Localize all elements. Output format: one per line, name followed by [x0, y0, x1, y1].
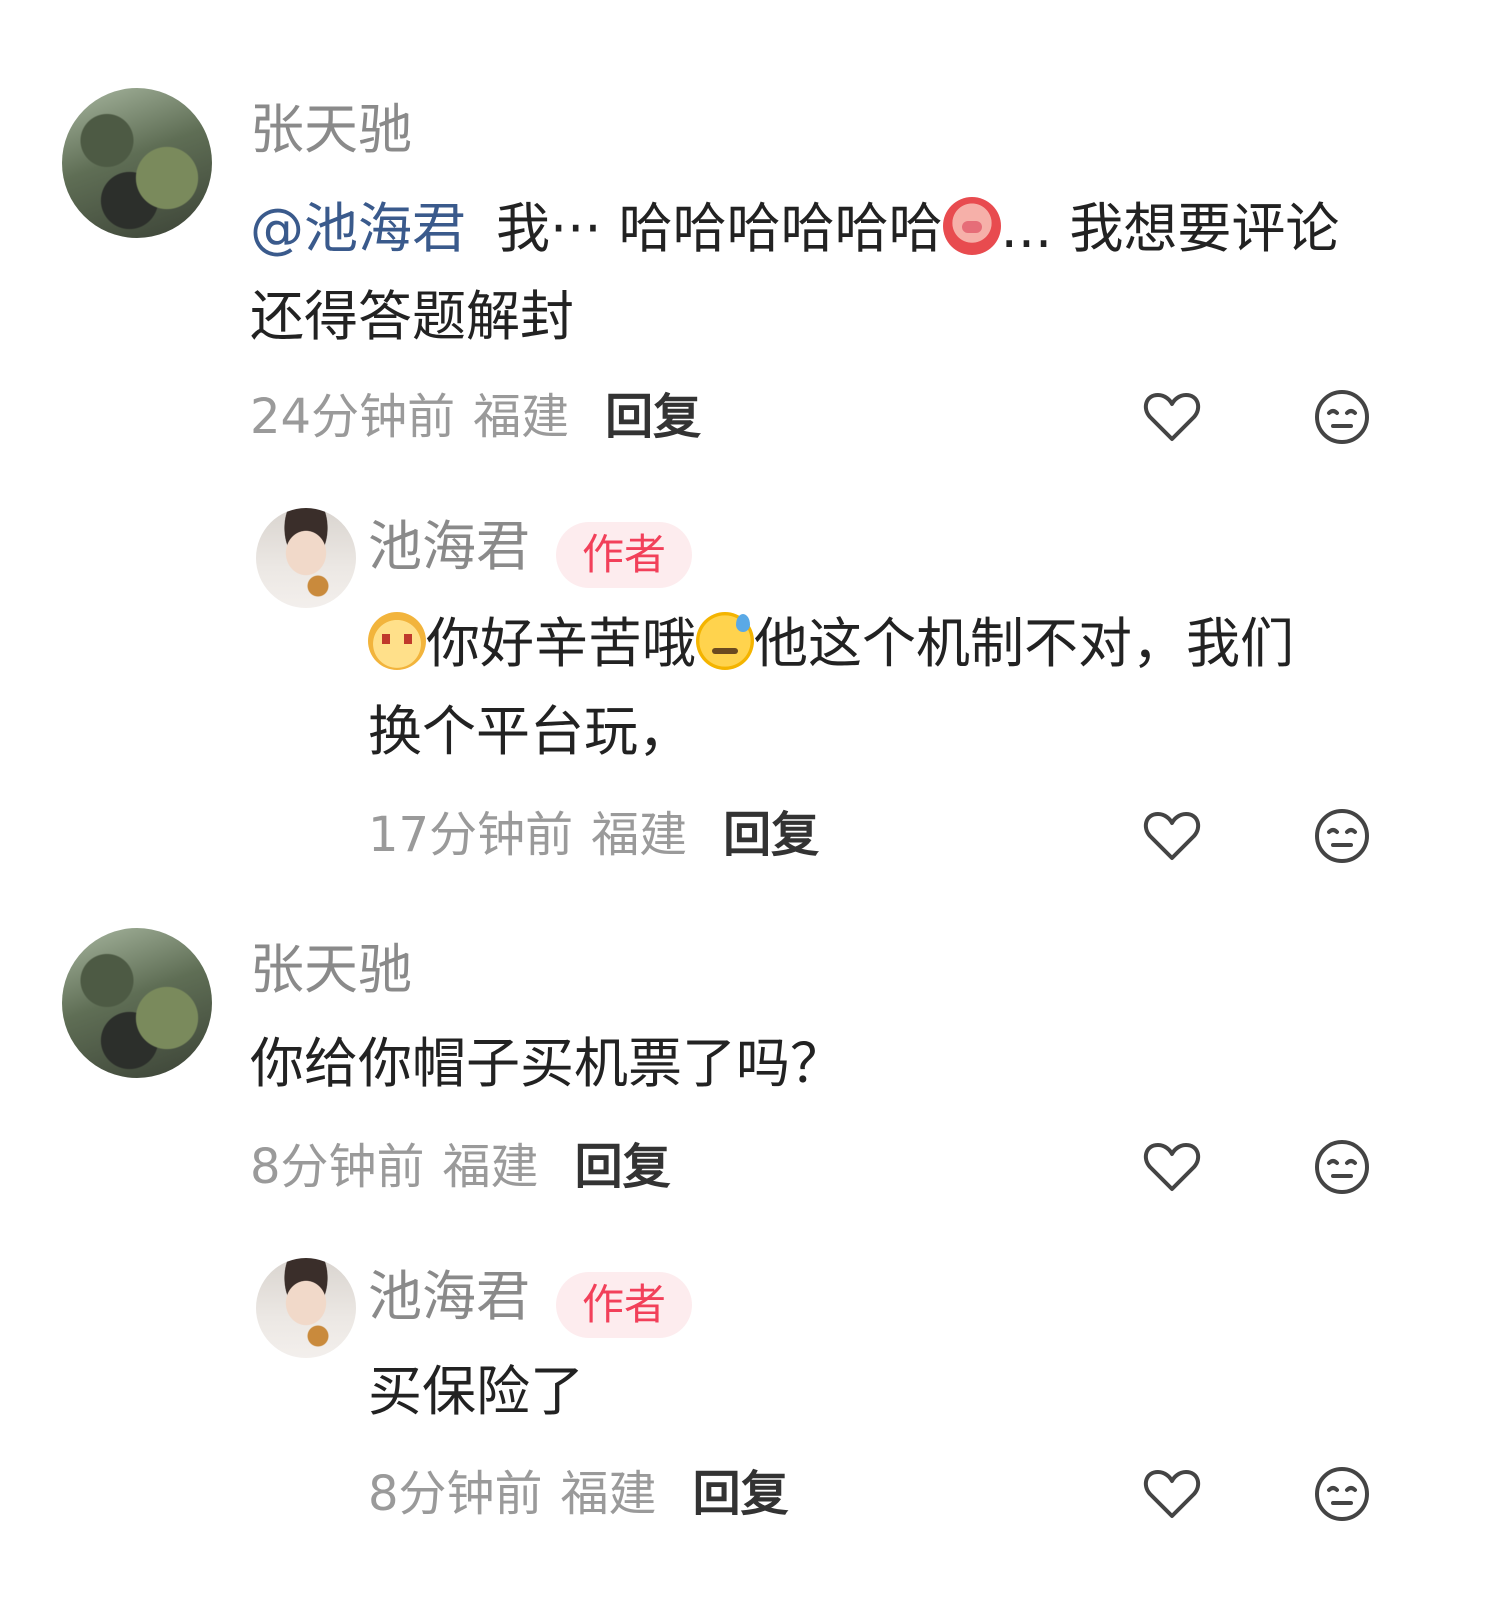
comment-meta: 8分钟前 福建 回复: [368, 1470, 789, 1518]
comment-text-part: 你好辛苦哦: [426, 612, 696, 675]
avatar[interactable]: [256, 508, 356, 608]
comment-text-part: 他这个机制不对，我们: [754, 612, 1294, 675]
comment-meta: 17分钟前 福建 回复: [368, 811, 819, 859]
reply-button[interactable]: 回复: [693, 1466, 789, 1522]
comment-location: 福建: [591, 807, 688, 863]
comment-text-part: 还得答题解封: [250, 285, 574, 348]
reply-button[interactable]: 回复: [605, 389, 701, 445]
comment-text: 你好辛苦哦 他这个机制不对，我们 换个平台玩，: [368, 600, 1418, 776]
comment-time: 8分钟前: [368, 1466, 543, 1522]
comment-text: 买保险了: [368, 1348, 1418, 1436]
author-badge: 作者: [556, 522, 693, 588]
dislike-face-icon: [1315, 809, 1369, 863]
comment-meta: 8分钟前 福建 回复: [250, 1143, 671, 1191]
comment-location: 福建: [473, 389, 570, 445]
dislike-button[interactable]: [1312, 1137, 1372, 1197]
dislike-button[interactable]: [1312, 1464, 1372, 1524]
like-button[interactable]: [1142, 1137, 1202, 1197]
comment-location: 福建: [560, 1466, 657, 1522]
comment-meta: 24分钟前 福建 回复: [250, 393, 701, 441]
dislike-face-icon: [1315, 1467, 1369, 1521]
comment-text: @池海君 我··· 哈哈哈哈哈哈 ... 我想要评论 还得答题解封: [250, 185, 1400, 361]
comment-time: 8分钟前: [250, 1139, 425, 1195]
heart-icon: [1143, 393, 1201, 441]
comment-text-part: 我··· 哈哈哈哈哈哈: [496, 197, 943, 260]
author-badge: 作者: [556, 1272, 693, 1338]
dislike-face-icon: [1315, 1140, 1369, 1194]
reply-button[interactable]: 回复: [575, 1139, 671, 1195]
like-button[interactable]: [1142, 806, 1202, 866]
pig-emoji-icon: [942, 197, 1001, 255]
comment-time: 24分钟前: [250, 389, 456, 445]
like-button[interactable]: [1142, 387, 1202, 447]
heart-icon: [1143, 812, 1201, 860]
username[interactable]: 池海君: [368, 1270, 530, 1324]
heart-icon: [1143, 1143, 1201, 1191]
dislike-face-icon: [1315, 390, 1369, 444]
comment-text-part: ... 我想要评论: [1000, 197, 1340, 260]
comment-location: 福建: [442, 1139, 539, 1195]
comment-text: 你给你帽子买机票了吗？: [250, 1020, 1400, 1108]
comment-text-part: 买保险了: [368, 1360, 584, 1423]
comment-time: 17分钟前: [368, 807, 574, 863]
avatar[interactable]: [62, 928, 212, 1078]
username[interactable]: 张天驰: [250, 103, 412, 157]
bear-emoji-icon: [368, 612, 426, 670]
comment-text-part: 换个平台玩，: [368, 700, 692, 763]
avatar[interactable]: [256, 1258, 356, 1358]
like-button[interactable]: [1142, 1464, 1202, 1524]
dislike-button[interactable]: [1312, 387, 1372, 447]
username[interactable]: 池海君: [368, 520, 530, 574]
comment-text-part: 你给你帽子买机票了吗？: [250, 1032, 844, 1095]
avatar[interactable]: [62, 88, 212, 238]
username[interactable]: 张天驰: [250, 943, 412, 997]
reply-button[interactable]: 回复: [723, 807, 819, 863]
dislike-button[interactable]: [1312, 806, 1372, 866]
heart-icon: [1143, 1470, 1201, 1518]
sweat-emoji-icon: [696, 612, 754, 670]
mention-link[interactable]: @池海君: [250, 197, 466, 260]
